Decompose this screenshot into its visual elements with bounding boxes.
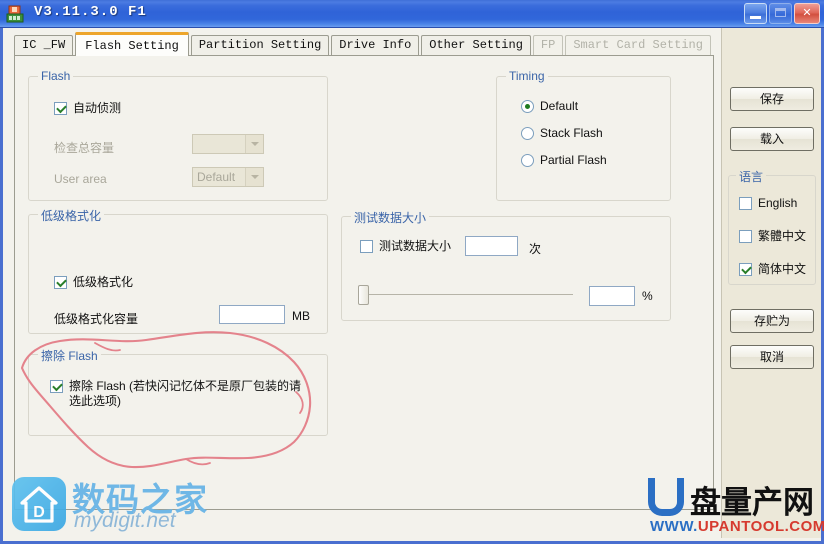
erase-flash-label: 擦除 Flash (若快闪记忆体不是原厂包装的请选此选项)	[69, 379, 302, 408]
window-buttons: ✕	[742, 3, 820, 25]
low-level-capacity-input[interactable]	[219, 305, 285, 324]
simplified-chinese-label: 简体中文	[758, 262, 807, 276]
test-data-size-label: 测试数据大小	[379, 239, 452, 253]
cancel-button[interactable]: 取消	[730, 345, 814, 369]
low-level-format-label: 低级格式化	[73, 275, 134, 289]
erase-flash-checkbox[interactable]	[50, 380, 63, 393]
timing-stack-flash-label: Stack Flash	[540, 126, 603, 140]
group-test-data-size-legend: 测试数据大小	[351, 209, 430, 226]
upantool-main: UPANTOOL	[697, 518, 785, 535]
radio-partial-flash[interactable]	[521, 153, 534, 167]
traditional-chinese-checkbox[interactable]	[739, 230, 752, 243]
total-capacity-combo	[192, 134, 264, 154]
traditional-chinese-label: 繁體中文	[758, 229, 807, 243]
user-area-combo: Default	[192, 167, 264, 187]
erase-flash-row[interactable]: 擦除 Flash (若快闪记忆体不是原厂包装的请选此选项)	[50, 379, 309, 409]
group-low-level-format: 低级格式化 低级格式化 低级格式化容量 MB	[28, 207, 328, 334]
english-label: English	[758, 196, 798, 210]
test-data-slider[interactable]	[358, 285, 573, 305]
english-checkbox[interactable]	[739, 197, 752, 210]
upantool-www: WWW.	[650, 518, 698, 535]
timing-option-stack-flash[interactable]: Stack Flash	[521, 126, 603, 140]
group-timing: Timing Default Stack Flash Partial Flash	[496, 69, 671, 201]
close-button[interactable]: ✕	[794, 3, 820, 24]
maximize-button[interactable]	[769, 3, 792, 24]
tab-ic-fw[interactable]: IC _FW	[14, 35, 74, 56]
client-area: IC _FW Flash Setting Partition Setting D…	[0, 28, 824, 544]
upantool-com: COM	[789, 518, 824, 535]
radio-default[interactable]	[521, 99, 534, 113]
upantool-u-icon	[648, 478, 684, 516]
test-data-count-input[interactable]	[465, 236, 518, 256]
tab-smart-card-setting: Smart Card Setting	[565, 35, 711, 56]
save-button[interactable]: 保存	[730, 87, 814, 111]
group-low-level-format-legend: 低级格式化	[38, 207, 105, 224]
group-flash: Flash 自动侦测 检查总容量 User area Default	[28, 69, 328, 201]
test-data-count-unit: 次	[529, 242, 542, 256]
group-language-legend: 语言	[736, 168, 767, 185]
minimize-icon	[750, 16, 761, 19]
language-option-simplified-chinese[interactable]: 简体中文	[739, 262, 806, 277]
radio-stack-flash[interactable]	[521, 126, 534, 140]
save-as-button[interactable]: 存贮为	[730, 309, 814, 333]
tab-other-setting[interactable]: Other Setting	[421, 35, 531, 56]
test-data-percent-unit: %	[642, 289, 653, 303]
chevron-down-icon	[245, 135, 263, 153]
low-level-format-row[interactable]: 低级格式化	[54, 275, 133, 290]
chevron-down-icon	[245, 168, 263, 186]
application-window: V3.11.3.0 F1 ✕ IC _FW Flash Setting Part…	[0, 0, 824, 544]
group-erase-flash: 擦除 Flash 擦除 Flash (若快闪记忆体不是原厂包装的请选此选项)	[28, 347, 328, 436]
close-icon: ✕	[802, 7, 812, 19]
load-button[interactable]: 载入	[730, 127, 814, 151]
tab-partition-setting[interactable]: Partition Setting	[190, 35, 330, 56]
user-area-value: Default	[197, 170, 236, 184]
auto-detect-checkbox[interactable]	[54, 102, 67, 115]
slider-thumb[interactable]	[358, 285, 369, 305]
language-option-traditional-chinese[interactable]: 繁體中文	[739, 229, 806, 244]
test-data-size-row[interactable]: 测试数据大小	[360, 239, 451, 254]
auto-detect-row[interactable]: 自动侦测	[54, 101, 121, 116]
language-option-english[interactable]: English	[739, 196, 797, 211]
title-bar: V3.11.3.0 F1 ✕	[0, 0, 824, 28]
timing-partial-flash-label: Partial Flash	[540, 153, 607, 167]
group-language: 语言 English 繁體中文 简体中文	[728, 168, 816, 285]
watermark-upantool: 盘量产网 WWW.UPANTOOL.COM	[648, 478, 824, 536]
watermark-mydigit: D 数码之家 mydigit.net	[12, 473, 207, 535]
total-capacity-label: 检查总容量	[54, 141, 115, 155]
minimize-button[interactable]	[744, 3, 767, 24]
tab-flash-setting[interactable]: Flash Setting	[75, 32, 189, 56]
maximize-icon	[775, 8, 786, 17]
low-level-capacity-unit: MB	[292, 309, 310, 323]
window-title: V3.11.3.0 F1	[34, 4, 147, 20]
timing-default-label: Default	[540, 99, 579, 113]
tab-page-flash-setting: Flash 自动侦测 检查总容量 User area Default 低级格式化…	[14, 55, 714, 510]
test-data-size-checkbox[interactable]	[360, 240, 373, 253]
auto-detect-label: 自动侦测	[73, 101, 122, 115]
user-area-label: User area	[54, 172, 107, 186]
tab-fp: FP	[532, 35, 564, 56]
upantool-cn-text: 盘量产网	[690, 485, 814, 520]
group-test-data-size: 测试数据大小 测试数据大小 次 %	[341, 209, 671, 321]
mydigit-logo-icon: D	[12, 477, 66, 531]
group-flash-legend: Flash	[38, 69, 74, 83]
test-data-percent-input[interactable]	[589, 286, 635, 306]
timing-option-partial-flash[interactable]: Partial Flash	[521, 153, 607, 167]
simplified-chinese-checkbox[interactable]	[739, 263, 752, 276]
tab-strip: IC _FW Flash Setting Partition Setting D…	[14, 32, 713, 56]
timing-option-default[interactable]: Default	[521, 99, 578, 113]
app-icon	[6, 5, 24, 23]
slider-track	[358, 294, 573, 295]
svg-text:D: D	[33, 504, 45, 521]
mydigit-en-text: mydigit.net	[74, 509, 176, 532]
group-timing-legend: Timing	[506, 69, 548, 83]
low-level-capacity-label: 低级格式化容量	[54, 312, 139, 326]
tab-drive-info[interactable]: Drive Info	[331, 35, 420, 56]
side-panel: 保存 载入 语言 English 繁體中文 简体中文 存贮为 取消	[721, 28, 821, 538]
group-erase-flash-legend: 擦除 Flash	[38, 347, 101, 364]
low-level-format-checkbox[interactable]	[54, 276, 67, 289]
upantool-en-text: WWW.UPANTOOL.COM	[650, 518, 824, 535]
